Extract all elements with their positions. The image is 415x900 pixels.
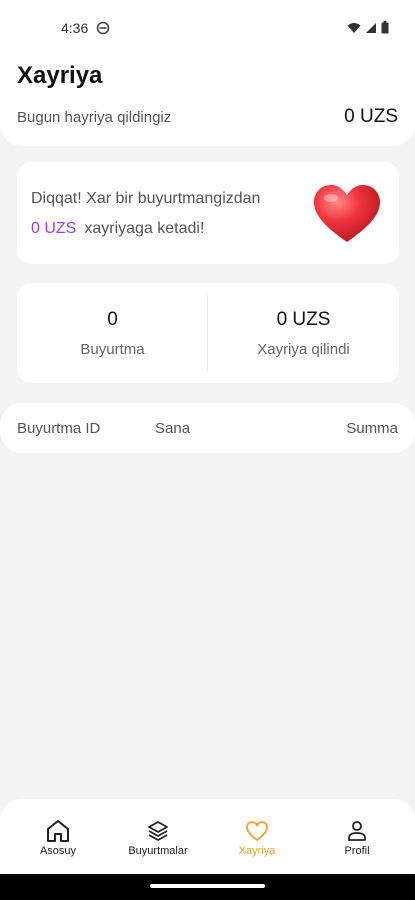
nav-charity-label: Xayriya — [238, 845, 276, 857]
orders-stat: 0 Buyurtma — [17, 283, 208, 383]
status-icons — [347, 21, 389, 34]
nav-home-label: Asosuy — [39, 845, 77, 857]
donated-amount: 0 UZS — [276, 309, 331, 330]
orders-label: Buyurtma — [80, 341, 145, 358]
wifi-icon — [347, 22, 361, 33]
today-donation-value: 0 UZS — [344, 106, 398, 127]
header-card: Xayriya Bugun hayriya qildingiz 0 UZS — [0, 52, 415, 146]
notice-text-rest: xayriyaga ketadi! — [84, 220, 205, 237]
heart-outline-icon — [246, 821, 268, 841]
battery-icon — [381, 21, 389, 34]
donated-label: Xayriya qilindi — [257, 341, 350, 358]
donated-stat: 0 UZS Xayriya qilindi — [208, 283, 399, 383]
notice-text-line1: Diqqat! Xar bir buyurtmangizdan — [31, 190, 261, 207]
nav-charity[interactable]: Xayriya — [207, 799, 307, 879]
nav-profile[interactable]: Profil — [307, 799, 407, 879]
donations-table-header: Buyurtma ID Sana Summa — [0, 403, 415, 453]
nav-orders[interactable]: Buyurtmalar — [108, 799, 208, 879]
notice-text-line2: 0 UZS xayriyaga ketadi! — [31, 220, 204, 238]
home-gesture-handle[interactable] — [150, 884, 265, 888]
user-icon — [348, 821, 366, 841]
nav-home[interactable]: Asosuy — [8, 799, 108, 879]
donation-notice-card: Diqqat! Xar bir buyurtmangizdan 0 UZS xay… — [17, 162, 399, 264]
do-not-disturb-icon — [96, 21, 110, 35]
layers-icon — [148, 821, 168, 841]
system-gesture-bar — [0, 874, 415, 900]
nav-profile-label: Profil — [344, 845, 370, 857]
column-sum: Summa — [346, 420, 398, 437]
status-bar: 4:36 — [0, 0, 415, 52]
today-donation-label: Bugun hayriya qildingiz — [17, 109, 172, 126]
status-time: 4:36 — [61, 20, 89, 36]
heart-icon — [314, 185, 380, 242]
home-icon — [47, 820, 69, 842]
column-order-id: Buyurtma ID — [17, 420, 101, 437]
stats-card: 0 Buyurtma 0 UZS Xayriya qilindi — [17, 283, 399, 383]
column-date: Sana — [155, 420, 191, 437]
page-title: Xayriya — [17, 62, 103, 89]
orders-count: 0 — [107, 309, 118, 330]
nav-orders-label: Buyurtmalar — [128, 845, 188, 857]
signal-icon — [366, 22, 376, 33]
notice-amount: 0 UZS — [31, 220, 77, 237]
bottom-nav: Asosuy Buyurtmalar Xayriya Profil — [0, 799, 415, 879]
app-screen: 4:36 Xayriya Bugun hayriya qildingiz 0 U… — [0, 0, 415, 900]
